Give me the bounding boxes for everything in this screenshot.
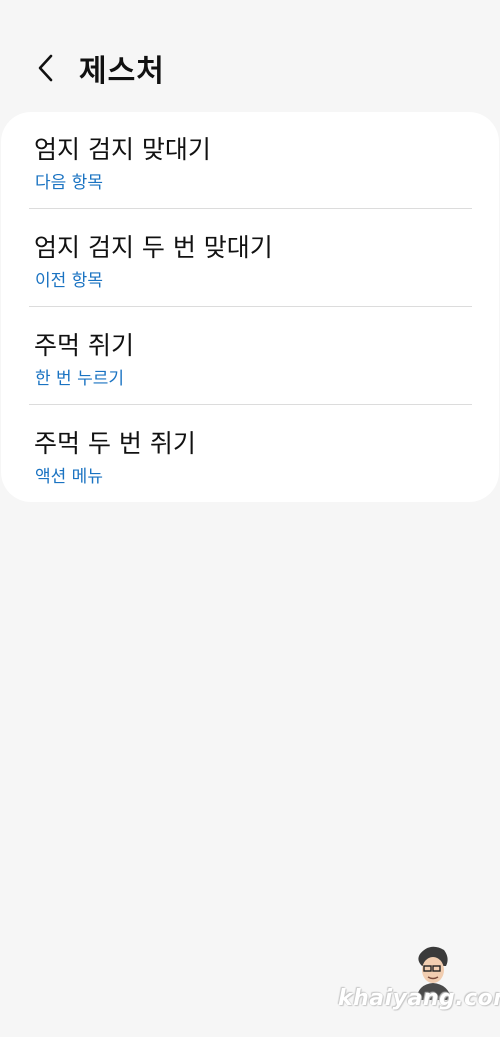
watermark: khaiyang.com [330,940,500,1020]
divider [29,306,472,307]
gesture-item-pinch[interactable]: 엄지 검지 맞대기 다음 항목 [1,112,499,210]
gesture-list-card: 엄지 검지 맞대기 다음 항목 엄지 검지 두 번 맞대기 이전 항목 주먹 쥐… [1,112,499,502]
gesture-item-double-pinch[interactable]: 엄지 검지 두 번 맞대기 이전 항목 [1,210,499,308]
gesture-title: 주먹 두 번 쥐기 [34,429,196,458]
chevron-left-icon [38,54,53,82]
divider [29,404,472,405]
gesture-item-clench[interactable]: 주먹 쥐기 한 번 누르기 [1,308,499,406]
gesture-title: 엄지 검지 두 번 맞대기 [34,233,273,262]
gesture-item-double-clench[interactable]: 주먹 두 번 쥐기 액션 메뉴 [1,406,499,504]
gesture-title: 엄지 검지 맞대기 [34,135,211,164]
gesture-title: 주먹 쥐기 [34,331,134,360]
watermark-text: khaiyang.com [338,986,500,1011]
gesture-action: 다음 항목 [35,173,103,193]
header-bar: 제스처 [0,38,500,98]
back-button[interactable] [26,48,66,88]
gesture-action: 액션 메뉴 [35,467,103,487]
gesture-action: 이전 항목 [35,271,103,291]
page-title: 제스처 [79,54,165,89]
divider [29,208,472,209]
gesture-action: 한 번 누르기 [35,369,125,389]
